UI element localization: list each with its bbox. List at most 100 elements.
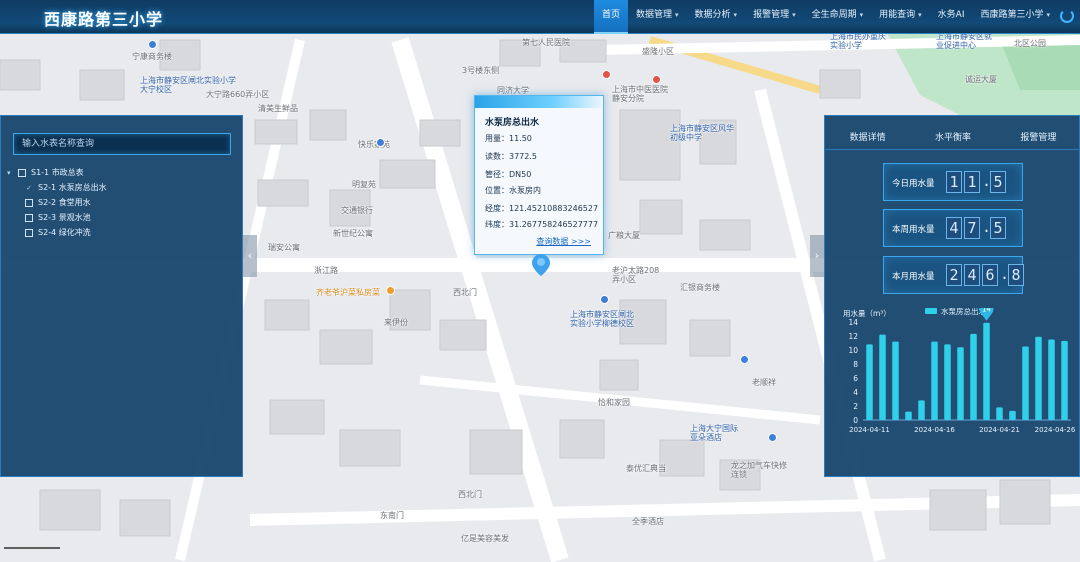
map-pin-icon[interactable] [532,254,550,276]
map-label: 上海市民办重庆实验小学 [830,32,886,50]
bar [1022,346,1029,420]
y-tick-label: 8 [853,360,858,369]
chevron-down-icon: ▾ [792,11,796,19]
map-label: 新世纪公寓 [333,229,373,238]
map-label: 瑞安公寓 [268,243,300,252]
map-label: 来伊份 [384,318,408,327]
meter-tree-panel: ▾ S1-1 市政总表 ✓ S2-1 水泵房总出水 S2-2 食堂用水 S2-3… [0,115,243,477]
meter-decimal-point: . [982,172,992,190]
y-tick-label: 10 [848,346,858,355]
checkbox[interactable] [18,168,26,177]
map-label: 浙江路 [314,266,338,275]
nav-data-analysis[interactable]: 数据分析 ▾ [687,0,746,34]
meter-today: 今日用水量 11.5 [883,163,1023,201]
tree-node-label: S2-4 绿化冲洗 [38,228,91,237]
nav-lifecycle[interactable]: 全生命周期 ▾ [804,0,872,34]
map-label: 上海大宁国际亚朵酒店 [690,424,738,442]
tab-alarm-management[interactable]: 报警管理 [996,128,1080,149]
tree-expand-icon[interactable]: ▾ [7,169,15,177]
query-data-link[interactable]: 查询数据 >>> [536,236,591,247]
meter-digits: 47.5 [946,217,1006,239]
parking-icon [768,433,777,442]
popup-decoration [475,96,605,108]
tree-node-s1-1[interactable]: ▾ S1-1 市政总表 [7,167,84,178]
nav-alarm-management[interactable]: 报警管理 ▾ [745,0,804,34]
nav-label: 西康路第三小学 [980,10,1044,20]
map-label: 宁康商务楼 [132,52,172,61]
meter-digit: 4 [964,264,980,286]
map-label: 上海市静安区风华初级中学 [670,124,734,142]
tree-node-s2-1[interactable]: ✓ S2-1 水泵房总出水 [25,182,107,193]
meter-decimal-point: . [1000,265,1010,283]
bar [957,347,964,420]
y-tick-label: 2 [853,402,858,411]
meter-digit: 7 [964,217,980,239]
y-tick-label: 14 [848,318,858,327]
map-label: 大宁路660弄小区 [206,90,270,99]
checkbox[interactable] [25,198,33,207]
collapse-left-button[interactable]: ‹ [243,235,257,277]
meter-week: 本周用水量 47.5 [883,209,1023,247]
tree-node-s2-3[interactable]: S2-3 景观水池 [25,212,91,223]
nav-water-ai[interactable]: 水务AI [930,0,973,34]
map-label: 诚运大厦 [965,75,997,84]
map-label: 泰优汇典当 [626,464,666,473]
chevron-down-icon: ▾ [918,11,922,19]
nav-label: 首页 [601,10,620,20]
y-tick-label: 6 [853,374,858,383]
bar [1035,336,1042,420]
meter-month: 本月用水量 246.8 [883,256,1024,294]
nav-data-management[interactable]: 数据管理 ▾ [628,0,687,34]
x-tick-label: 2024-04-26 [1035,426,1076,434]
nav-label: 全生命周期 [811,10,857,20]
tree-node-s2-4[interactable]: S2-4 绿化冲洗 [25,227,91,238]
x-tick-label: 2024-04-21 [979,426,1020,434]
collapse-right-button[interactable]: › [810,235,824,277]
map-label: 亿是美容美发 [461,534,509,543]
bar [970,333,977,420]
chevron-down-icon: ▾ [733,11,738,19]
meter-digits: 246.8 [946,264,1024,286]
bar [1048,339,1055,420]
map-label: 上海市中医医院静安分院 [612,85,668,103]
map-label: 龙之加气车快修连锁 [731,461,787,479]
map-label: 西北门 [453,288,477,297]
nav-label: 水务AI [937,10,965,20]
power-icon[interactable] [1060,9,1074,23]
map-label: 全季酒店 [632,517,664,526]
map-label: 广粮大厦 [608,231,640,240]
meter-digit: 5 [990,171,1006,193]
hospital-icon [652,75,661,84]
nav-home[interactable]: 首页 [593,0,628,34]
map-label: 快乐家苑 [358,140,390,149]
water-usage-chart: 用水量（m³） 水泵房总出水024681012142024-04-11 2024-0… [843,308,1076,434]
tab-water-balance[interactable]: 水平衡率 [910,128,995,149]
top-bar: 西康路第三小学 首页 数据管理 ▾ 数据分析 ▾ 报警管理 ▾ 全生命周期 ▾ 用能查询… [0,0,1080,34]
chevron-left-icon: ‹ [247,249,253,262]
legend-swatch [925,308,937,314]
tree-node-label: S1-1 市政总表 [31,168,84,177]
chevron-down-icon: ▾ [1046,11,1050,19]
tab-data-details[interactable]: 数据详情 [825,128,910,149]
checkbox[interactable] [25,213,33,222]
app-title: 西康路第三小学 [44,10,164,29]
nav-school-selector[interactable]: 西康路第三小学 ▾ [972,0,1058,34]
meter-digit: 2 [946,264,962,286]
checkbox[interactable] [25,228,33,237]
tree-node-s2-2[interactable]: S2-2 食堂用水 [25,197,91,208]
map-label: 第七人民医院 [522,38,570,47]
meter-digit: 5 [990,217,1006,239]
bar [1009,410,1016,420]
chevron-down-icon: ▾ [675,11,679,19]
meter-decimal-point: . [982,218,992,236]
map-label: 东南门 [380,511,404,520]
nav-energy-query[interactable]: 用能查询 ▾ [871,0,930,34]
meter-search-input[interactable] [13,133,231,155]
meter-digit: 4 [946,217,962,239]
meter-info-popup: 水泵房总出水 用量：11.50 读数：3772.5 管径：DN50 位置：水泵房… [474,95,605,255]
bar [892,341,899,420]
tree-node-label: S2-1 水泵房总出水 [38,183,107,192]
checkbox-checked[interactable]: ✓ [25,184,33,192]
poi-icon [740,355,749,364]
map-label: 清美生鲜品 [258,104,298,113]
